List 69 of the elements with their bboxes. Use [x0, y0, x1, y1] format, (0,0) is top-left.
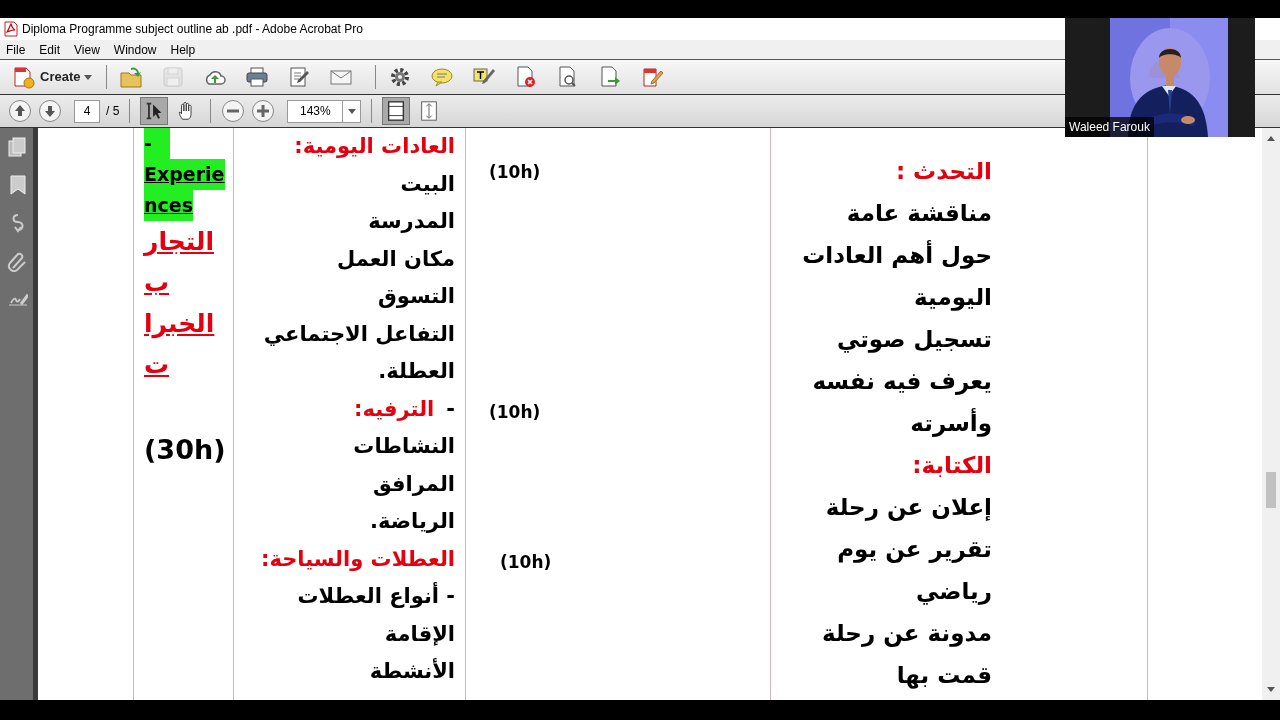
page-count: / 5 — [106, 103, 120, 120]
list-text: وأسرته — [910, 410, 992, 436]
zoom-in-icon[interactable] — [251, 99, 276, 123]
document-star-icon — [12, 65, 36, 89]
list-text: قمت بها — [896, 662, 992, 688]
heading-text: الترفيه: — [354, 396, 435, 421]
edit-document-icon[interactable] — [287, 65, 312, 89]
list-text: النشاطات — [353, 434, 455, 458]
list-text: رياضي — [916, 578, 992, 604]
heading-text: العطلات والسياحة: — [261, 546, 455, 571]
open-folder-icon[interactable] — [119, 65, 144, 89]
list-text: الإقامة — [384, 621, 455, 646]
hours-text: (10h) — [489, 401, 541, 424]
dash-text: - — [446, 396, 455, 421]
hours-text: (30h) — [144, 433, 226, 467]
printer-icon[interactable] — [245, 65, 270, 89]
scroll-up-icon[interactable] — [1266, 134, 1276, 142]
caret-icon — [84, 74, 93, 80]
speech-bubble-icon[interactable] — [430, 65, 455, 89]
heading-text: الكتابة: — [912, 452, 992, 478]
list-text: البيت — [400, 171, 455, 196]
list-text: المدرسة — [368, 209, 455, 233]
hours-text: (10h) — [489, 161, 541, 184]
menu-item[interactable]: View — [74, 41, 100, 58]
heading-text: ت — [144, 349, 170, 381]
page-number-field[interactable]: 4 — [74, 99, 100, 123]
highlighted-text: Experie — [144, 159, 225, 190]
list-text: يعرف فيه نفسه — [812, 368, 992, 394]
participant-name: Waleed Farouk — [1065, 117, 1154, 137]
list-text: العطلة. — [378, 359, 455, 383]
list-text: تقرير عن يوم — [837, 536, 992, 562]
list-text: التفاعل الاجتماعي — [263, 321, 455, 346]
scroll-thumb[interactable] — [1266, 472, 1276, 508]
list-text: حول أهم العادات — [802, 242, 992, 268]
heading-text: العادات اليومية: — [294, 134, 455, 158]
paperclip-icon[interactable] — [5, 250, 28, 272]
hours-text: (10h) — [500, 551, 552, 574]
document-sign-icon[interactable] — [640, 65, 665, 89]
heading-text: الخبرا — [144, 308, 215, 341]
create-button[interactable]: Create — [10, 63, 95, 91]
list-text: مكان العمل — [336, 246, 455, 271]
zoom-field[interactable]: 143% — [287, 99, 362, 123]
list-text: مناقشة عامة — [846, 200, 992, 226]
list-text: المرافق — [372, 471, 455, 496]
list-text: إعلان عن رحلة — [825, 494, 992, 520]
menu-item[interactable]: Edit — [39, 41, 61, 58]
list-text: اليومية — [914, 284, 992, 310]
zoom-out-icon[interactable] — [221, 99, 246, 123]
window-title: Diploma Programme subject outline ab .pdf - Adobe Acrobat Pro — [22, 21, 363, 38]
list-text: مدونة عن رحلة — [822, 620, 992, 646]
list-text: التسوق — [378, 284, 455, 308]
heading-text: ب — [144, 267, 170, 299]
list-text: تسجيل صوتي — [836, 326, 992, 352]
pdf-file-icon — [4, 21, 18, 37]
next-page-icon[interactable] — [38, 99, 62, 123]
menu-item[interactable]: Help — [170, 41, 196, 58]
menu-item[interactable]: File — [6, 41, 26, 58]
previous-page-icon[interactable] — [8, 99, 32, 123]
list-text: الرياضة. — [370, 509, 455, 533]
list-text: - أنواع العطلات — [297, 584, 455, 608]
menu-item[interactable]: Window — [113, 41, 157, 58]
highlighted-text: - — [144, 128, 170, 159]
heading-text: التجار — [144, 226, 214, 258]
dropdown-caret-icon[interactable] — [347, 108, 356, 114]
highlighted-text: nces — [144, 190, 193, 221]
list-text: الأنشطة — [369, 659, 455, 683]
heading-text: التحدث : — [895, 158, 992, 184]
scroll-down-icon[interactable] — [1266, 686, 1276, 694]
pages-icon[interactable] — [5, 136, 28, 158]
